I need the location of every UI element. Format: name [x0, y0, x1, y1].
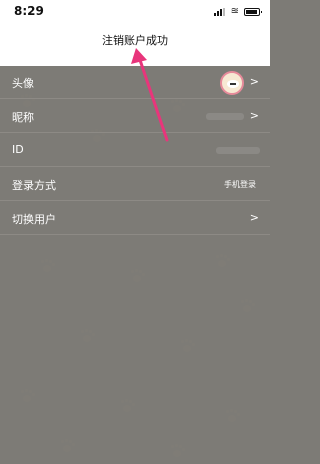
profile-settings-page: 8:29 ≊ 注销账户成功 头像 > 昵称 > ID 登录方式 手机登录 切换用… [0, 0, 270, 464]
annotation-arrow [131, 48, 169, 142]
annotation-arrow-shaft [138, 58, 169, 142]
annotation-arrow-head [131, 48, 147, 64]
